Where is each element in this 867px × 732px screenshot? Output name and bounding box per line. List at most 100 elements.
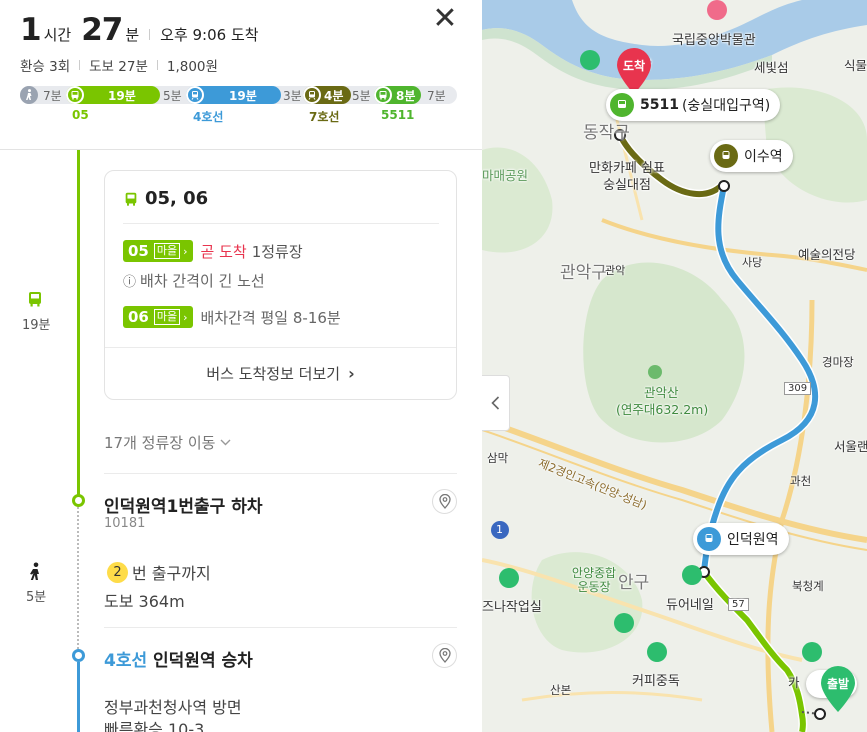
map-label: 57 (728, 598, 749, 611)
route-detail-app: 1 시간 27 분 오후 9:06 도착 ✕ 환승 3회 도보 27분 1,80… (0, 0, 867, 732)
board-station-name: 인덕원역 승차 (153, 651, 253, 671)
route-panel: 1 시간 27 분 오후 9:06 도착 ✕ 환승 3회 도보 27분 1,80… (0, 0, 482, 732)
section-divider (104, 473, 457, 474)
route-map[interactable]: 국립중앙박물관 세빛섬 한강 동작구 만화카페 쉼표 숭실대점 마매공원 관악구… (482, 0, 867, 732)
subway-icon (303, 86, 321, 104)
map-label: 309 (784, 382, 812, 395)
map-label: 세빛섬 (754, 60, 789, 75)
board-station-dot (72, 649, 85, 662)
bus-number: 06 (128, 308, 149, 326)
destination-pin-label: 도착 (622, 59, 646, 73)
map-pin-icon (438, 494, 451, 509)
more-arrival-info-button[interactable]: 버스 도착정보 더보기 › (105, 348, 456, 399)
locate-station-button[interactable] (432, 643, 457, 668)
stops-away: 1정류장 (251, 242, 303, 261)
collapse-panel-button[interactable] (482, 375, 510, 431)
timeline-subway-line (77, 662, 80, 732)
info-icon: ⓘ (123, 275, 137, 290)
walk-distance: 도보 364m (104, 592, 185, 611)
isu-station-chip[interactable]: 이수역 (710, 140, 793, 172)
segment-walk-time: 7분 (427, 89, 446, 103)
map-label: 카 (788, 675, 800, 690)
map-pin-icon (438, 648, 451, 663)
map-label: 삼막 (487, 451, 509, 465)
bus-icon (610, 93, 634, 117)
map-label: 북청계 (792, 579, 824, 593)
alight-stop-name: 인덕원역1번출구 하차 (104, 497, 263, 517)
bus-icon (26, 290, 46, 308)
map-label: 안양종합운동장 (571, 566, 617, 594)
chevron-left-icon (491, 396, 500, 410)
chevron-right-icon: › (348, 364, 355, 383)
map-label: (연주대632.2m) (616, 402, 709, 417)
map-label: 과천 (790, 474, 812, 488)
bus-icon (125, 192, 137, 206)
segment-walk-time: 5분 (163, 89, 182, 103)
map-label: 관악구 (560, 263, 607, 283)
exit-number-badge: 2 (107, 561, 128, 583)
bus-5511-chip[interactable]: 5511 (숭실대입구역) (606, 89, 781, 121)
walk-duration: 5분 (26, 590, 47, 605)
map-label: 관악 (605, 264, 626, 277)
map-label: 동작구 (583, 123, 630, 143)
subway-icon (186, 86, 204, 104)
bus-badge-05[interactable]: 05 마을 › (123, 240, 193, 262)
map-label: 1 (496, 523, 503, 536)
start-pin-label: 출발 (826, 677, 850, 691)
close-button[interactable]: ✕ (430, 4, 460, 34)
bus-type-tag: 마을 (153, 309, 181, 325)
chevron-down-icon (220, 439, 231, 446)
stops-count-label: 17개 정류장 이동 (104, 434, 216, 452)
minutes-unit: 분 (125, 26, 140, 44)
indeogwon-station-chip[interactable]: 인덕원역 (693, 523, 789, 555)
stops-toggle[interactable]: 17개 정류장 이동 (104, 432, 231, 453)
alight-stop-dot (72, 494, 85, 507)
bus-icon (374, 86, 392, 104)
segment-bus-line: 05 (72, 108, 89, 122)
chevron-right-icon: › (183, 244, 188, 258)
interval-note-text: 배차 간격이 긴 노선 (140, 272, 265, 290)
bus-icon (66, 86, 84, 104)
total-minutes: 27 (81, 12, 123, 48)
alight-stop-id: 10181 (104, 516, 146, 531)
map-label: 서울랜 (834, 439, 867, 454)
walk-time: 도보 27분 (89, 59, 148, 75)
section-divider (104, 627, 457, 628)
chip-station-name: 이수역 (744, 149, 783, 165)
map-label: 마매공원 (482, 168, 529, 183)
walk-icon (27, 562, 45, 582)
segment-walk-time: 3분 (283, 89, 302, 103)
timeline-walk-line (77, 507, 79, 649)
map-label: 듀어네일 (666, 598, 714, 613)
segment-subway-line: 7호선 (309, 110, 340, 124)
segment-subway-time: 19분 (229, 89, 257, 103)
bus-row-06[interactable]: 06 마을 › 배차간격 평일 8-16분 (123, 306, 341, 328)
card-divider (123, 223, 439, 224)
bus-arrival-card: 05, 06 05 마을 › 곧 도착 1정류장 ⓘ 배차 간격이 긴 노선 0… (104, 170, 457, 400)
bus-number: 05 (128, 242, 149, 260)
arrival-status: 곧 도착 (200, 242, 247, 261)
locate-stop-button[interactable] (432, 489, 457, 514)
exit-label: 번 출구까지 (132, 564, 211, 583)
bus-card-title: 05, 06 (123, 188, 208, 209)
bus-badge-06[interactable]: 06 마을 › (123, 306, 193, 328)
bus-type-tag: 마을 (153, 243, 181, 259)
interval-text: 배차간격 평일 8-16분 (200, 308, 341, 327)
map-label: 예술의전당 (798, 247, 856, 262)
fare: 1,800원 (166, 59, 218, 75)
start-pin[interactable]: 출발 (819, 666, 857, 714)
segment-walk-time: 7분 (43, 89, 62, 103)
chevron-right-icon: › (183, 310, 188, 324)
bus-duration: 19분 (22, 318, 51, 333)
segment-bus-line: 5511 (381, 108, 415, 122)
divider (79, 60, 81, 70)
subway-icon (714, 144, 738, 168)
map-label: 즈나작업실 (482, 600, 542, 615)
chip-bus-stop: (숭실대입구역) (681, 98, 771, 114)
board-station-title: 4호선 인덕원역 승차 (104, 646, 253, 671)
map-label: 식물 (844, 58, 867, 73)
bus-row-05[interactable]: 05 마을 › 곧 도착 1정류장 (123, 240, 303, 262)
board-line: 4호선 (104, 651, 148, 671)
map-label: 산본 (550, 683, 572, 697)
segment-subway-line: 4호선 (193, 110, 224, 124)
